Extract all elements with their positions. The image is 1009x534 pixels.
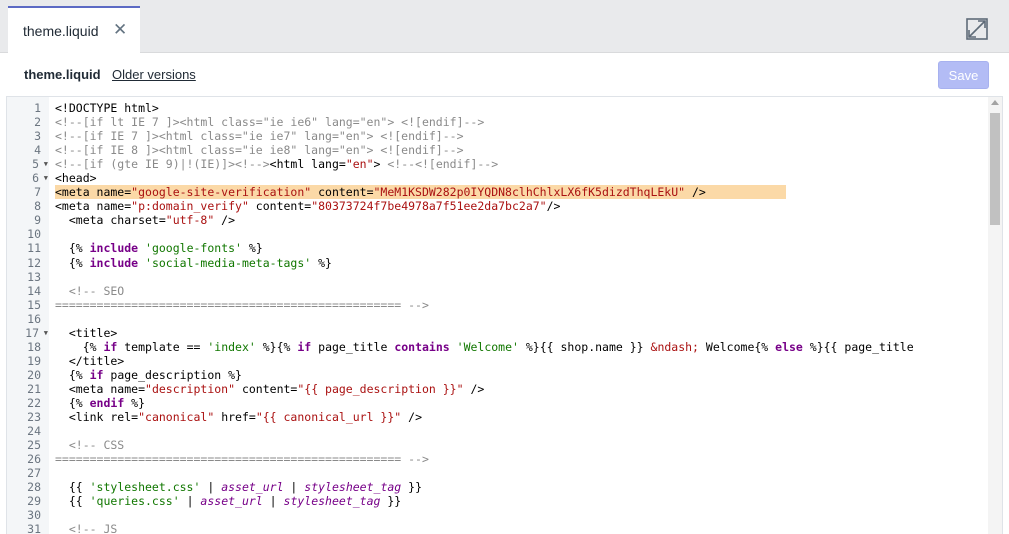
code-line[interactable]: ​ (55, 508, 990, 522)
line-number: 22 (27, 395, 41, 410)
line-number: 28 (27, 480, 41, 495)
code-line[interactable]: {% if page_description %} (55, 368, 990, 382)
code-line[interactable]: <!--[if IE 7 ]><html class="ie ie7" lang… (55, 129, 990, 143)
line-number: 7 (34, 185, 41, 200)
code-line[interactable]: <!--[if IE 8 ]><html class="ie ie8" lang… (55, 143, 990, 157)
line-number: 3 (34, 129, 41, 144)
code-line[interactable]: ========================================… (55, 452, 990, 466)
fold-arrow-icon[interactable]: ▼ (44, 326, 48, 340)
tab-label: theme.liquid (23, 23, 99, 39)
code-line[interactable]: {{ 'queries.css' | asset_url | styleshee… (55, 494, 990, 508)
code-line[interactable]: ​ (55, 227, 990, 241)
code-line[interactable]: ========================================… (55, 298, 990, 312)
file-title: theme.liquid (24, 67, 101, 82)
scroll-up-icon[interactable] (991, 100, 999, 105)
line-number: 17 ▼ (25, 325, 48, 340)
line-number: 27 (27, 466, 41, 481)
code-line[interactable]: ​ (55, 312, 990, 326)
code-line[interactable]: <!--[if (gte IE 9)|!(IE)]><!--><html lan… (55, 157, 990, 171)
code-line[interactable]: <meta name="google-site-verification" co… (55, 185, 786, 200)
line-number-gutter: 1 2 3 4 5 ▼ 6 ▼ 7 8 9 10 11 12 13 14 15 16 17 ▼ 18 19 20 21 22 23… (7, 97, 49, 534)
tab-bar: theme.liquid ✕ (0, 0, 1009, 53)
code-area[interactable]: <!DOCTYPE html> <!--[if lt IE 7 ]><html c… (55, 97, 990, 534)
expand-icon[interactable] (966, 18, 988, 40)
code-line[interactable]: {% include 'google-fonts' %} (55, 241, 990, 255)
code-line[interactable]: <!-- JS (55, 522, 990, 534)
line-number: 20 (27, 367, 41, 382)
code-line[interactable]: <meta name="description" content="{{ pag… (55, 382, 990, 396)
line-number: 24 (27, 424, 41, 439)
line-number: 23 (27, 410, 41, 425)
line-number: 4 (34, 143, 41, 158)
code-line[interactable]: <head> (55, 171, 990, 185)
code-line[interactable]: <title> (55, 326, 990, 340)
scrollbar-thumb[interactable] (990, 113, 1000, 225)
line-number: 12 (27, 255, 41, 270)
line-number: 2 (34, 115, 41, 130)
file-header: theme.liquid Older versions Save (0, 53, 1009, 95)
code-line[interactable]: </title> (55, 354, 990, 368)
line-number: 13 (27, 269, 41, 284)
line-number: 14 (27, 283, 41, 298)
code-line[interactable]: <link rel="canonical" href="{{ canonical… (55, 410, 990, 424)
code-editor[interactable]: 1 2 3 4 5 ▼ 6 ▼ 7 8 9 10 11 12 13 14 15 16 17 ▼ 18 19 20 21 22 23… (6, 96, 1003, 534)
code-line[interactable]: <meta name="p:domain_verify" content="80… (55, 199, 990, 213)
fold-arrow-icon[interactable]: ▼ (44, 171, 48, 185)
code-line[interactable]: {% if template == 'index' %}{% if page_t… (55, 340, 990, 354)
line-number: 9 (34, 213, 41, 228)
line-number: 19 (27, 353, 41, 368)
line-number: 18 (27, 339, 41, 354)
line-number: 26 (27, 452, 41, 467)
code-line[interactable]: <!--[if lt IE 7 ]><html class="ie ie6" l… (55, 115, 990, 129)
older-versions-link[interactable]: Older versions (112, 67, 196, 82)
line-number: 29 (27, 494, 41, 509)
code-line[interactable]: ​ (55, 466, 990, 480)
line-number: 31 (27, 522, 41, 534)
code-line[interactable]: <!-- CSS (55, 438, 990, 452)
close-icon[interactable]: ✕ (113, 20, 127, 40)
line-number: 15 (27, 297, 41, 312)
line-number: 11 (27, 241, 41, 256)
line-number: 21 (27, 381, 41, 396)
line-number: 6 ▼ (32, 171, 48, 186)
line-number: 10 (27, 227, 41, 242)
vertical-scrollbar[interactable] (988, 97, 1002, 534)
code-line[interactable]: <!DOCTYPE html> (55, 101, 990, 115)
fold-arrow-icon[interactable]: ▼ (44, 157, 48, 171)
line-number: 25 (27, 438, 41, 453)
save-button[interactable]: Save (938, 61, 989, 89)
line-number: 30 (27, 508, 41, 523)
tab-theme-liquid[interactable]: theme.liquid ✕ (8, 6, 140, 53)
code-line[interactable]: <!-- SEO (55, 284, 990, 298)
code-line[interactable]: {% include 'social-media-meta-tags' %} (55, 256, 990, 270)
code-line[interactable]: <meta charset="utf-8" /> (55, 213, 990, 227)
code-line[interactable]: {% endif %} (55, 396, 990, 410)
line-number: 16 (27, 311, 41, 326)
line-number: 8 (34, 199, 41, 214)
code-line[interactable]: {{ 'stylesheet.css' | asset_url | styles… (55, 480, 990, 494)
code-line[interactable]: ​ (55, 270, 990, 284)
line-number: 1 (34, 101, 41, 115)
code-line[interactable]: ​ (55, 424, 990, 438)
line-number: 5 ▼ (32, 157, 48, 172)
